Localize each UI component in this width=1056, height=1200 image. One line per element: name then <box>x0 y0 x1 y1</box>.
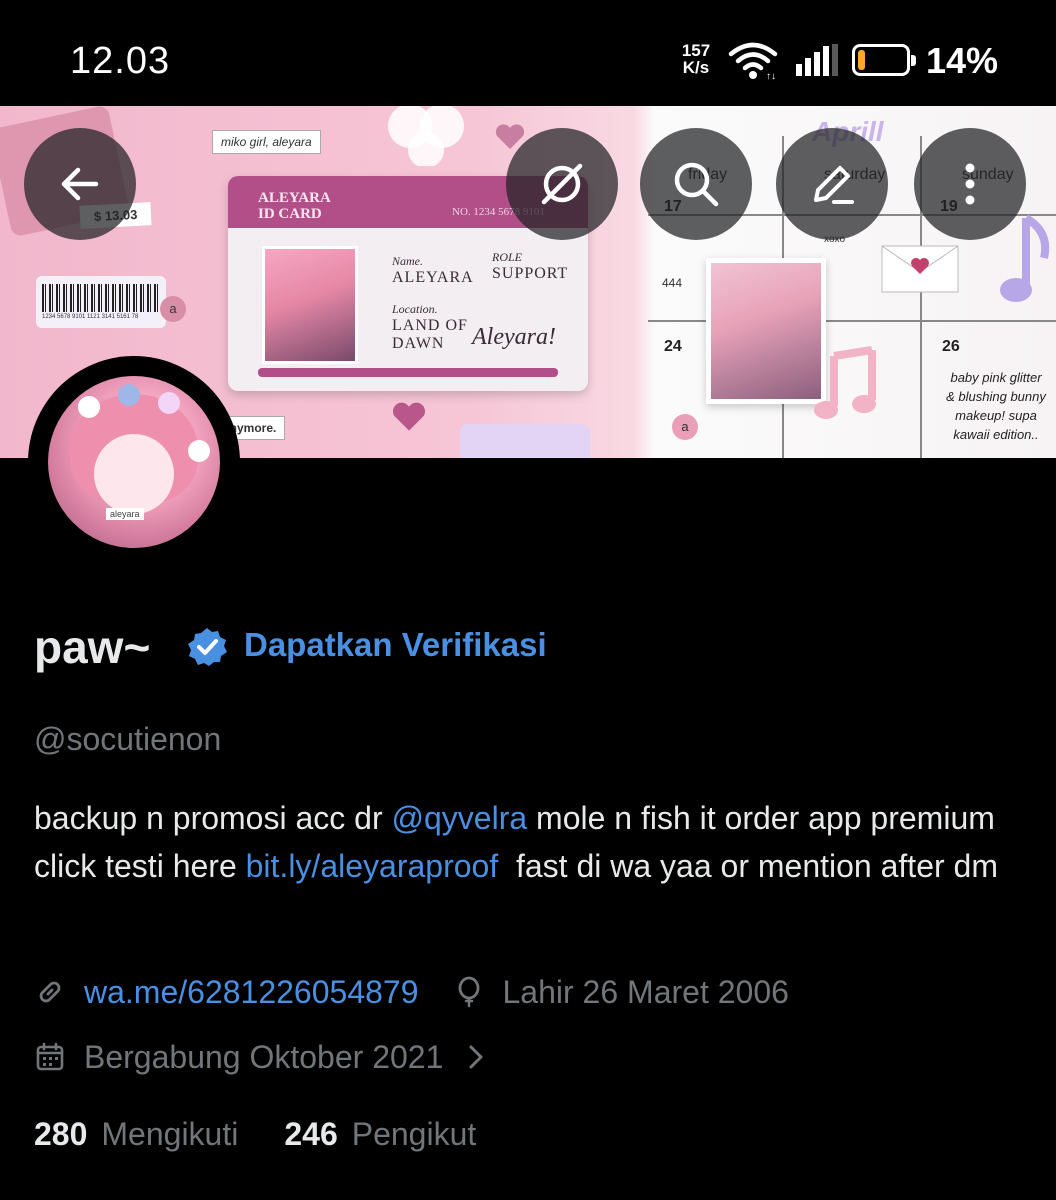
id-name-value: ALEYARA <box>392 269 474 286</box>
id-name-field: Name. ALEYARA <box>392 254 474 287</box>
calendar-scribble: 444 <box>662 276 683 290</box>
bio-url-link[interactable]: bit.ly/aleyaraproof <box>246 848 499 884</box>
battery-level <box>858 50 866 70</box>
profile-meta-row: wa.me/6281226054879 Lahir 26 Maret 2006 <box>34 972 789 1012</box>
calendar-note: baby pink glitter & blushing bunny makeu… <box>938 368 1054 444</box>
back-arrow-icon <box>61 167 99 201</box>
verified-badge-icon[interactable] <box>186 626 228 668</box>
birthday-balloon-icon <box>458 976 479 1008</box>
grok-icon <box>541 163 583 205</box>
clover-deco-icon <box>388 106 464 166</box>
profile-bio: backup n promosi acc dr @qyvelra mole n … <box>34 794 1024 890</box>
avatar-flower <box>78 396 100 418</box>
avatar-flower <box>188 440 210 462</box>
network-speed: 157 K/s <box>674 42 718 76</box>
id-card-bar <box>258 368 558 377</box>
calendar-note-line: & blushing bunny <box>946 389 1046 404</box>
id-card-photo <box>262 246 358 364</box>
chevron-right-icon <box>469 1045 483 1069</box>
display-name: paw~ <box>34 621 151 673</box>
calendar-icon <box>36 1042 64 1071</box>
edit-button[interactable] <box>776 128 888 240</box>
more-button[interactable] <box>914 128 1026 240</box>
status-time: 12.03 <box>70 40 171 82</box>
website-link[interactable]: wa.me/6281226054879 <box>84 974 419 1011</box>
calendar-number: 24 <box>664 338 682 355</box>
avatar-image: aleyara <box>48 376 220 548</box>
avatar-caption: aleyara <box>106 508 144 520</box>
avatar-face <box>94 434 174 514</box>
envelope-icon <box>881 245 959 293</box>
id-role-value: SUPPORT <box>492 265 569 282</box>
grok-button[interactable] <box>506 128 618 240</box>
edit-icon <box>814 166 854 204</box>
avatar-flower <box>118 384 140 406</box>
svg-text:↑↓: ↑↓ <box>766 71 776 80</box>
birthday-text: Lahir 26 Maret 2006 <box>502 973 789 1010</box>
more-vertical-icon <box>965 163 975 205</box>
following-label: Mengikuti <box>101 1116 239 1152</box>
following-count: 280 <box>34 1116 88 1152</box>
heart-deco-icon <box>392 402 426 431</box>
barcode-lines <box>42 284 160 312</box>
avatar[interactable]: aleyara <box>28 356 240 568</box>
calendar-note-line: makeup! supa <box>955 408 1037 423</box>
id-role-label: ROLE <box>492 250 522 264</box>
wifi-icon: ↑↓ <box>728 42 778 80</box>
bio-text: backup n promosi acc dr <box>34 800 392 836</box>
bio-text: fast di wa yaa or mention after dm <box>498 848 998 884</box>
id-name-label: Name. <box>392 254 423 268</box>
banner-letter-a-circle: a <box>160 296 186 322</box>
id-location-value-line1: LAND OF <box>392 317 468 334</box>
banner-barcode: 1234 5678 9101 1121 3141 5161 78 <box>36 276 166 328</box>
calendar-polaroid <box>706 258 826 404</box>
network-speed-value: 157 <box>681 41 711 60</box>
followers-stat[interactable]: 246 Pengikut <box>284 1116 476 1153</box>
calendar-letter-a-circle: a <box>672 414 698 440</box>
user-handle: @socutienon <box>34 721 222 757</box>
music-note-icon <box>814 346 876 419</box>
bio-mention-link[interactable]: @qyvelra <box>392 800 528 836</box>
calendar-note-line: baby pink glitter <box>950 370 1042 385</box>
search-button[interactable] <box>640 128 752 240</box>
joined-date-text: Bergabung Oktober 2021 <box>84 1038 444 1075</box>
banner-heart-panel <box>460 424 590 458</box>
id-location-label: Location. <box>392 302 438 316</box>
following-stat[interactable]: 280 Mengikuti <box>34 1116 238 1153</box>
barcode-number: 1234 5678 9101 1121 3141 5161 78 <box>42 314 139 320</box>
battery-percent: 14% <box>926 40 999 81</box>
id-role-field: ROLE SUPPORT <box>492 250 568 283</box>
calendar-note-line: kawaii edition.. <box>953 427 1039 442</box>
follow-stats: 280 Mengikuti 246 Pengikut <box>34 1116 522 1153</box>
followers-count: 246 <box>284 1116 338 1152</box>
id-location-field: Location. LAND OF DAWN <box>392 302 468 353</box>
cell-signal-icon <box>796 44 838 76</box>
banner-note-top: miko girl, aleyara <box>212 130 321 154</box>
calendar-number: 26 <box>942 338 960 355</box>
followers-label: Pengikut <box>351 1116 477 1152</box>
id-card-signature: Aleyara! <box>472 324 556 350</box>
link-icon <box>39 981 61 1003</box>
joined-row[interactable]: Bergabung Oktober 2021 <box>34 1037 509 1077</box>
search-icon <box>674 162 719 207</box>
back-button[interactable] <box>24 128 136 240</box>
network-speed-unit: K/s <box>682 58 710 77</box>
letter-a: a <box>681 419 689 434</box>
avatar-flower <box>158 392 180 414</box>
get-verified-link[interactable]: Dapatkan Verifikasi <box>244 626 547 664</box>
status-bar: 12.03 157 K/s ↑↓ 14% <box>0 0 1056 106</box>
battery-icon <box>852 44 916 76</box>
letter-a: a <box>169 301 177 316</box>
id-location-value-line2: DAWN <box>392 335 445 352</box>
